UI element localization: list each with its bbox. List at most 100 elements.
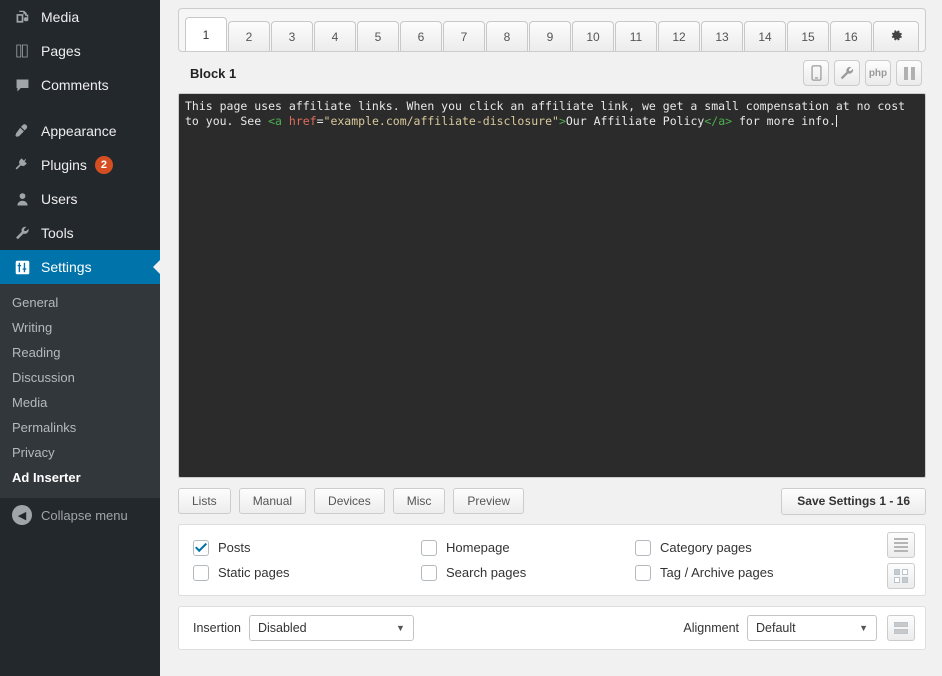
checkbox-category-pages[interactable] xyxy=(635,540,651,556)
checkbox-tag-archive-pages[interactable] xyxy=(635,565,651,581)
editor-button-row: Lists Manual Devices Misc Preview Save S… xyxy=(178,488,926,514)
misc-button[interactable]: Misc xyxy=(393,488,446,514)
php-icon[interactable]: php xyxy=(865,60,891,86)
editor-space xyxy=(282,114,289,128)
checkbox-posts[interactable] xyxy=(193,540,209,556)
tab-block-15[interactable]: 15 xyxy=(787,21,829,51)
sidebar-item-label: Media xyxy=(41,10,79,24)
checkbox-row-posts[interactable]: Posts xyxy=(193,540,421,556)
tab-block-13[interactable]: 13 xyxy=(701,21,743,51)
collapse-menu-button[interactable]: ◀ Collapse menu xyxy=(0,498,160,532)
pause-icon[interactable] xyxy=(896,60,922,86)
alignment-group: Alignment Default ▼ xyxy=(683,615,915,641)
tab-settings[interactable] xyxy=(873,21,919,51)
tab-block-3[interactable]: 3 xyxy=(271,21,313,51)
alignment-select[interactable]: Default ▼ xyxy=(747,615,877,641)
block-tabs-panel: 1 2 3 4 5 6 7 8 9 10 11 12 13 14 15 16 xyxy=(178,8,926,52)
wrench-icon[interactable] xyxy=(834,60,860,86)
checkbox-static-pages[interactable] xyxy=(193,565,209,581)
preview-button[interactable]: Preview xyxy=(453,488,524,514)
insertion-select[interactable]: Disabled ▼ xyxy=(249,615,414,641)
block-title: Block 1 xyxy=(190,66,236,81)
manual-button[interactable]: Manual xyxy=(239,488,306,514)
sidebar-item-pages[interactable]: Pages xyxy=(0,34,160,68)
alignment-label: Alignment xyxy=(683,621,739,635)
checkbox-row-search-pages[interactable]: Search pages xyxy=(421,565,635,581)
list-icon[interactable] xyxy=(887,532,915,558)
display-options-side-buttons xyxy=(887,532,915,589)
tab-block-16[interactable]: 16 xyxy=(830,21,872,51)
submenu-item-discussion[interactable]: Discussion xyxy=(0,365,160,390)
chevron-left-icon: ◀ xyxy=(12,505,32,525)
admin-sidebar: Media Pages Comments Appearance Plugins … xyxy=(0,0,160,676)
checkbox-row-homepage[interactable]: Homepage xyxy=(421,540,635,556)
insertion-label: Insertion xyxy=(193,621,241,635)
insertion-select-value: Disabled xyxy=(258,621,307,635)
tools-icon xyxy=(12,223,32,243)
checkbox-label: Homepage xyxy=(446,540,510,555)
grid-icon[interactable] xyxy=(887,563,915,589)
tab-block-10[interactable]: 10 xyxy=(572,21,614,51)
sidebar-item-media[interactable]: Media xyxy=(0,0,160,34)
sidebar-item-appearance[interactable]: Appearance xyxy=(0,114,160,148)
gear-icon xyxy=(889,28,904,46)
editor-tag-close-bracket: > xyxy=(559,114,566,128)
display-options-panel: Posts Homepage Category pages Static pag… xyxy=(178,524,926,596)
chevron-down-icon: ▼ xyxy=(396,623,405,633)
tab-block-6[interactable]: 6 xyxy=(400,21,442,51)
pages-icon xyxy=(12,41,32,61)
tab-block-8[interactable]: 8 xyxy=(486,21,528,51)
submenu-item-writing[interactable]: Writing xyxy=(0,315,160,340)
tab-block-5[interactable]: 5 xyxy=(357,21,399,51)
editor-link-text: Our Affiliate Policy xyxy=(566,114,704,128)
sidebar-item-settings[interactable]: Settings xyxy=(0,250,160,284)
submenu-item-reading[interactable]: Reading xyxy=(0,340,160,365)
sidebar-item-users[interactable]: Users xyxy=(0,182,160,216)
sidebar-item-label: Tools xyxy=(41,226,74,240)
sidebar-item-label: Settings xyxy=(41,260,92,274)
display-options-grid: Posts Homepage Category pages Static pag… xyxy=(193,535,887,585)
comments-icon xyxy=(12,75,32,95)
tab-block-7[interactable]: 7 xyxy=(443,21,485,51)
plugins-icon xyxy=(12,155,32,175)
sidebar-item-comments[interactable]: Comments xyxy=(0,68,160,102)
chevron-down-icon: ▼ xyxy=(859,623,868,633)
sidebar-item-plugins[interactable]: Plugins 2 xyxy=(0,148,160,182)
tab-block-1[interactable]: 1 xyxy=(185,17,227,51)
settings-icon xyxy=(12,257,32,277)
submenu-item-permalinks[interactable]: Permalinks xyxy=(0,415,160,440)
save-settings-button[interactable]: Save Settings 1 - 16 xyxy=(781,488,926,515)
devices-button[interactable]: Devices xyxy=(314,488,385,514)
lists-button[interactable]: Lists xyxy=(178,488,231,514)
checkbox-row-category-pages[interactable]: Category pages xyxy=(635,540,887,556)
checkbox-row-tag-archive-pages[interactable]: Tag / Archive pages xyxy=(635,565,887,581)
sidebar-item-tools[interactable]: Tools xyxy=(0,216,160,250)
sidebar-item-label: Comments xyxy=(41,78,109,92)
tab-block-2[interactable]: 2 xyxy=(228,21,270,51)
tab-block-11[interactable]: 11 xyxy=(615,21,657,51)
tab-block-12[interactable]: 12 xyxy=(658,21,700,51)
block-tabs: 1 2 3 4 5 6 7 8 9 10 11 12 13 14 15 16 xyxy=(185,14,919,51)
settings-submenu: General Writing Reading Discussion Media… xyxy=(0,284,160,498)
checkbox-label: Tag / Archive pages xyxy=(660,565,773,580)
checkbox-label: Search pages xyxy=(446,565,526,580)
tab-block-4[interactable]: 4 xyxy=(314,21,356,51)
editor-attribute-name: href xyxy=(289,114,317,128)
text-caret xyxy=(836,115,837,127)
sidebar-item-label: Appearance xyxy=(41,124,117,138)
editor-attribute-value: "example.com/affiliate-disclosure" xyxy=(324,114,559,128)
submenu-item-privacy[interactable]: Privacy xyxy=(0,440,160,465)
editor-tag-open: <a xyxy=(268,114,282,128)
device-icon[interactable] xyxy=(803,60,829,86)
checkbox-label: Posts xyxy=(218,540,251,555)
checkbox-search-pages[interactable] xyxy=(421,565,437,581)
submenu-item-general[interactable]: General xyxy=(0,290,160,315)
layout-icon[interactable] xyxy=(887,615,915,641)
tab-block-14[interactable]: 14 xyxy=(744,21,786,51)
submenu-item-media[interactable]: Media xyxy=(0,390,160,415)
block-code-editor[interactable]: This page uses affiliate links. When you… xyxy=(178,93,926,478)
checkbox-homepage[interactable] xyxy=(421,540,437,556)
checkbox-row-static-pages[interactable]: Static pages xyxy=(193,565,421,581)
tab-block-9[interactable]: 9 xyxy=(529,21,571,51)
submenu-item-ad-inserter[interactable]: Ad Inserter xyxy=(0,465,160,490)
